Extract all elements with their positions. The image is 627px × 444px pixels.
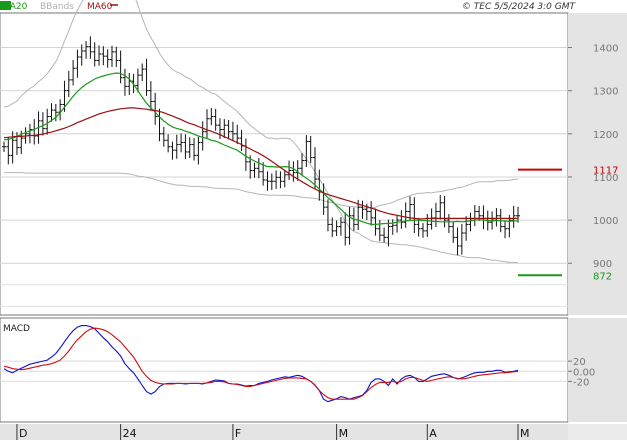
price-tick-label: 900 <box>593 259 612 270</box>
time-tick-label: F <box>235 427 241 440</box>
price-tick-label: 1400 <box>593 44 618 55</box>
macd-tick-label: -20 <box>573 377 589 388</box>
level-label: 1117 <box>593 166 618 177</box>
macd-panel-title: MACD <box>3 324 30 334</box>
legend-label-ma60: MA60 <box>87 2 113 12</box>
time-tick-label: D <box>19 427 27 440</box>
time-tick-label: 24 <box>123 427 137 440</box>
price-tick-label: 1000 <box>593 216 618 227</box>
legend: MA20 BBands MA60 <box>0 1 118 12</box>
time-tick-label: M <box>339 427 349 440</box>
macd-panel-frame <box>0 317 569 423</box>
chart-canvas: MA20 BBands MA60 © TEC 5/5/2024 3:0 GMT … <box>0 0 627 440</box>
main-panel-frame <box>0 12 569 316</box>
stock-chart: MA20 BBands MA60 © TEC 5/5/2024 3:0 GMT … <box>0 0 627 440</box>
legend-label-ma20: MA20 <box>2 2 28 12</box>
time-axis-strip <box>0 424 568 440</box>
price-tick-label: 1200 <box>593 130 618 141</box>
time-tick-label: A <box>429 427 437 440</box>
legend-label-bbands: BBands <box>40 2 74 12</box>
price-tick-label: 1300 <box>593 87 618 98</box>
level-label: 872 <box>593 271 612 282</box>
corner-strip <box>568 424 627 440</box>
time-tick-label: M <box>520 427 530 440</box>
copyright-text: © TEC 5/5/2024 3:0 GMT <box>462 2 577 12</box>
